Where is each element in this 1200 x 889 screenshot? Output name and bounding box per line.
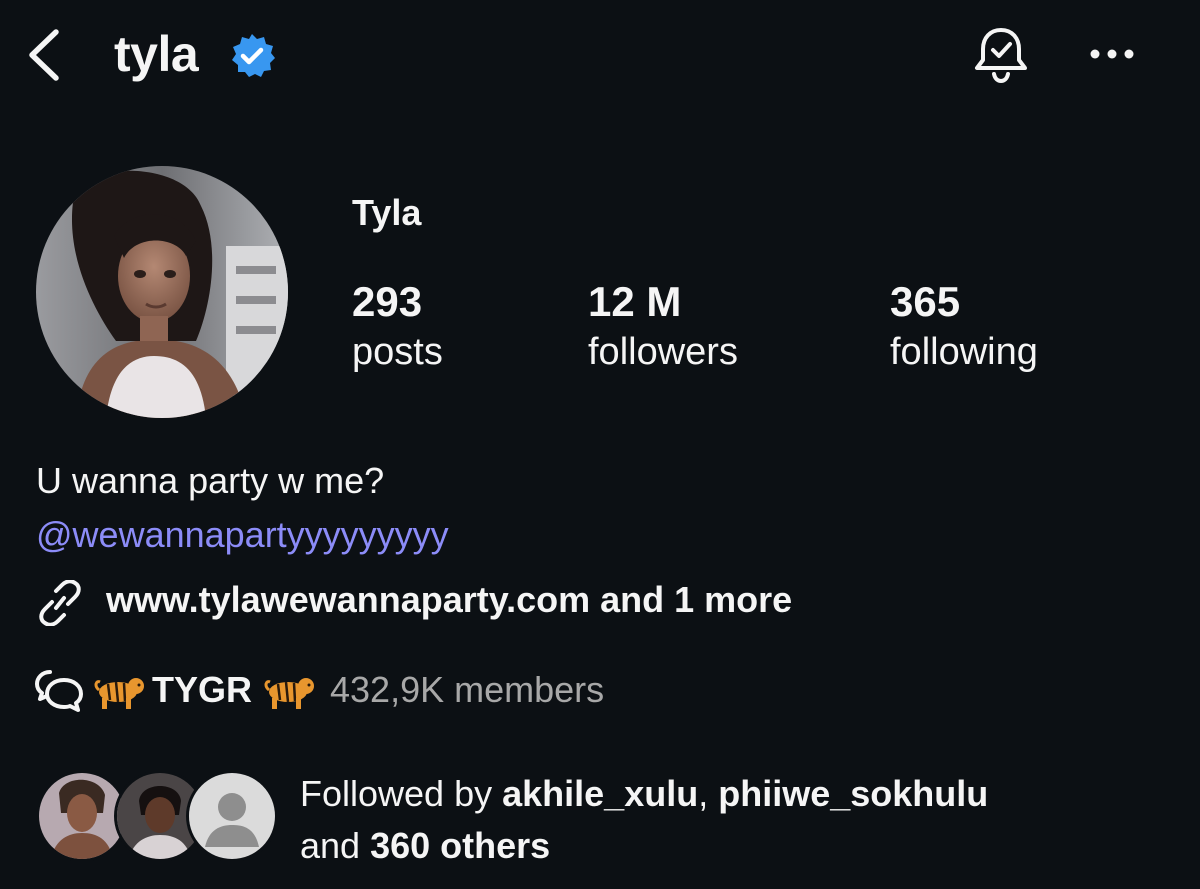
broadcast-channel-icon [35, 670, 83, 712]
profile-username: tyla [114, 26, 199, 82]
back-chevron-icon[interactable] [22, 26, 70, 84]
channel-name[interactable]: TYGR [152, 666, 252, 714]
stat-following-value: 365 [890, 278, 961, 325]
stat-posts[interactable]: 293 posts [352, 276, 443, 376]
follower-avatar-placeholder[interactable] [186, 770, 278, 862]
tiger-emoji-icon [264, 678, 314, 709]
followed-by-separator: , [698, 773, 719, 814]
tiger-emoji-icon [94, 678, 144, 709]
followed-by-user-2[interactable]: phiiwe_sokhulu [718, 773, 988, 814]
more-horizontal-icon[interactable] [1086, 40, 1138, 68]
bio-mention-link[interactable]: @wewannapartyyyyyyyyy [36, 512, 449, 558]
channel-members-count: 432,9K members [330, 669, 605, 710]
profile-avatar[interactable] [36, 166, 288, 418]
link-icon [39, 580, 81, 626]
bio-text: U wanna party w me? [36, 460, 385, 501]
stat-following-label: following [890, 331, 1038, 373]
stat-followers[interactable]: 12 M followers [588, 276, 738, 376]
followed-by-user-1[interactable]: akhile_xulu [502, 773, 698, 814]
website-link[interactable]: www.tylawewannaparty.com and 1 more [106, 576, 792, 624]
bell-check-icon[interactable] [968, 22, 1034, 88]
stat-followers-label: followers [588, 331, 738, 373]
followed-by-text[interactable]: Followed by akhile_xulu, phiiwe_sokhulu … [300, 768, 1180, 872]
stat-following[interactable]: 365 following [890, 276, 1038, 376]
followed-by-prefix: Followed by [300, 773, 503, 814]
stat-followers-value: 12 M [588, 278, 682, 325]
display-name: Tyla [352, 192, 422, 233]
followed-by-others[interactable]: 360 others [370, 825, 550, 866]
stat-posts-value: 293 [352, 278, 423, 325]
verified-badge-icon [232, 34, 275, 77]
followed-by-and: and [300, 825, 371, 866]
stat-posts-label: posts [352, 331, 443, 373]
